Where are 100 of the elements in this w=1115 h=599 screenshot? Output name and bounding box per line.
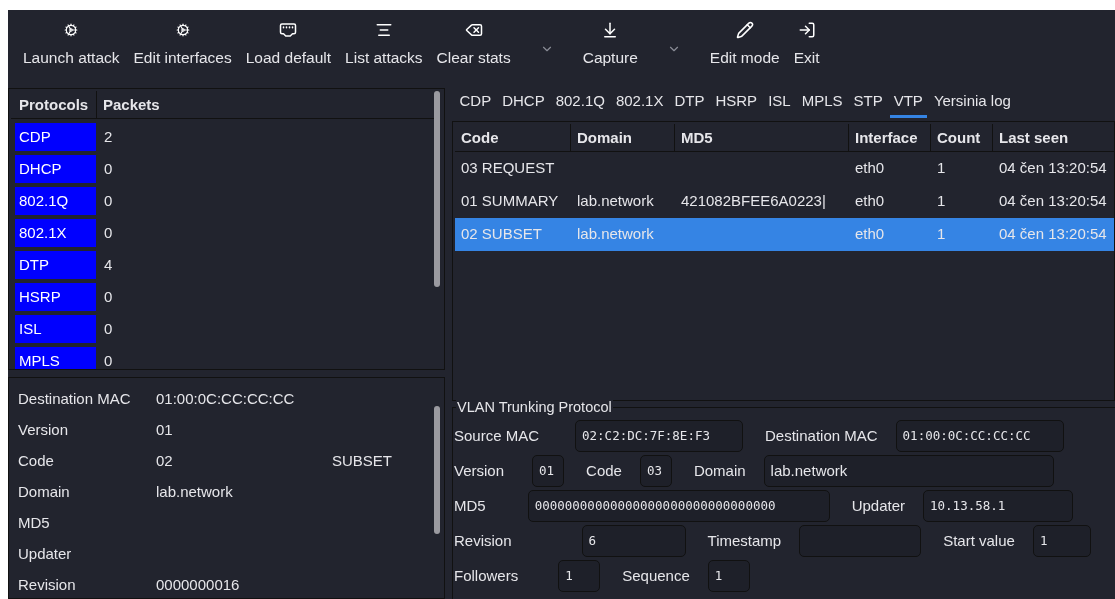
input-field[interactable]: 1 [558, 560, 601, 592]
input-field[interactable]: 02:C2:DC:7F:8E:F3 [575, 420, 744, 452]
tab[interactable]: CDP [455, 89, 496, 118]
field-value: 01:00:0C:CC:CC:CC [156, 389, 296, 410]
field-label: Version [453, 460, 505, 481]
table-cell: lab.network [577, 225, 654, 243]
protocol-cell[interactable]: MPLS [15, 347, 96, 369]
tab[interactable]: HSRP [711, 89, 762, 118]
table-cell: eth0 [855, 192, 885, 210]
field-label: Domain [18, 482, 71, 503]
table-cell: eth0 [855, 225, 885, 243]
toolbar-button[interactable]: Edit interfaces [126, 20, 239, 70]
table-cell-text: 0 [103, 350, 113, 369]
input-field[interactable]: lab.network [763, 455, 1054, 487]
scrollbar-thumb[interactable] [434, 406, 440, 534]
protocol-cell[interactable]: HSRP [15, 283, 96, 311]
table-cell-text: 0 [103, 286, 113, 307]
column-header: Code [455, 124, 571, 151]
input-field[interactable]: 10.13.58.1 [923, 490, 1074, 522]
input-field[interactable]: 01:00:0C:CC:CC:CC [895, 420, 1064, 452]
table-cell: 03 REQUEST [461, 159, 555, 177]
field-label: Updater [850, 495, 907, 516]
scrollbar-thumb[interactable] [434, 91, 440, 287]
toolbar-button[interactable]: Launch attack [16, 20, 127, 70]
table-row[interactable]: 01 SUMMARY lab.network 421082BFEE6A0223| eth0 1 04 čen 13:20:54 [455, 185, 1114, 218]
table-cell: eth0 [855, 159, 885, 177]
tab[interactable]: 802.1Q [551, 89, 609, 118]
toolbar-button[interactable]: Exit [786, 20, 827, 70]
field-label: Revision [453, 530, 512, 551]
input-field[interactable]: 1 [1032, 525, 1091, 557]
input-field[interactable]: 6 [581, 525, 686, 557]
group-title: VLAN Trunking Protocol [456, 398, 613, 416]
field-label: Revision [18, 575, 77, 596]
column-header: Domain [571, 124, 675, 151]
protocol-cell[interactable]: 802.1X [15, 219, 96, 247]
column-header: MD5 [675, 124, 849, 151]
tab[interactable]: STP [849, 89, 887, 118]
field-value: lab.network [156, 482, 234, 503]
table-cell-text: 0 [103, 190, 113, 211]
table-cell-text: 0 [103, 318, 113, 339]
table-cell-text: 2 [103, 126, 113, 147]
table-cell: 1 [937, 225, 946, 243]
field-label: MD5 [18, 513, 51, 534]
input-field[interactable]: 1 [707, 560, 750, 592]
protocol-cell[interactable]: DHCP [15, 155, 96, 183]
field-label: Start value [942, 530, 1016, 551]
table-row[interactable]: 03 REQUEST eth0 1 04 čen 13:20:54 [455, 152, 1114, 185]
field-label: Code [18, 451, 55, 472]
toolbar-button[interactable]: List attacks [338, 20, 430, 70]
protocol-cell[interactable]: DTP [15, 251, 96, 279]
toolbar-button[interactable]: Clear stats [429, 20, 518, 70]
protocol-cell[interactable]: 802.1Q [15, 187, 96, 215]
input-field[interactable] [799, 525, 922, 557]
field-value: SUBSET [332, 451, 392, 472]
tab[interactable]: VTP [889, 89, 927, 118]
field-label: Version [18, 420, 70, 441]
column-header: Protocols [11, 91, 97, 118]
table-cell: 421082BFEE6A0223| [681, 192, 826, 210]
protocol-cell[interactable]: CDP [15, 123, 96, 151]
field-label: MD5 [453, 495, 486, 516]
tab[interactable]: ISL [764, 89, 795, 118]
column-header: Last seen [993, 124, 1114, 151]
table-cell-text: 0 [103, 158, 113, 179]
pencil-icon [735, 20, 754, 40]
table-cell: lab.network [577, 192, 654, 210]
input-field[interactable]: 01 [532, 455, 565, 487]
field-value: 01 [156, 420, 174, 441]
column-header: Count [931, 124, 993, 151]
field-label: Domain [692, 460, 747, 481]
table-cell: 1 [937, 192, 946, 210]
table-cell: 04 čen 13:20:54 [999, 159, 1107, 177]
tab[interactable]: MPLS [797, 89, 847, 118]
tab[interactable]: DHCP [498, 89, 549, 118]
field-label: Code [585, 460, 623, 481]
tab[interactable]: DTP [670, 89, 709, 118]
column-header: Packets [102, 95, 160, 115]
input-field[interactable]: 03 [639, 455, 672, 487]
table-cell-text: 0 [103, 222, 113, 243]
toolbar-button[interactable]: Load default [238, 20, 339, 70]
table-cell: 01 SUMMARY [461, 192, 559, 210]
exit-icon [797, 20, 816, 40]
table-cell: 04 čen 13:20:54 [999, 225, 1107, 243]
ethernet-port-icon [279, 20, 298, 40]
column-header: Interface [849, 124, 931, 151]
table-cell: 1 [937, 159, 946, 177]
table-cell: 04 čen 13:20:54 [999, 192, 1107, 210]
tab[interactable]: 802.1X [611, 89, 668, 118]
protocol-cell[interactable]: ISL [15, 315, 96, 343]
field-label: Source MAC [453, 425, 540, 446]
table-cell-text: 4 [103, 254, 113, 275]
field-label: Updater [18, 544, 73, 565]
field-value: 0000000016 [156, 575, 241, 596]
toolbar-button[interactable]: Edit mode [702, 20, 787, 70]
toolbar-button[interactable]: Capture [575, 20, 645, 70]
field-label: Sequence [621, 565, 691, 586]
field-value: 02 [156, 451, 174, 472]
tab[interactable]: Yersinia log [929, 89, 1015, 118]
field-label: Destination MAC [764, 425, 879, 446]
input-field[interactable]: 00000000000000000000000000000000 [527, 490, 830, 522]
field-label: Destination MAC [18, 389, 132, 410]
